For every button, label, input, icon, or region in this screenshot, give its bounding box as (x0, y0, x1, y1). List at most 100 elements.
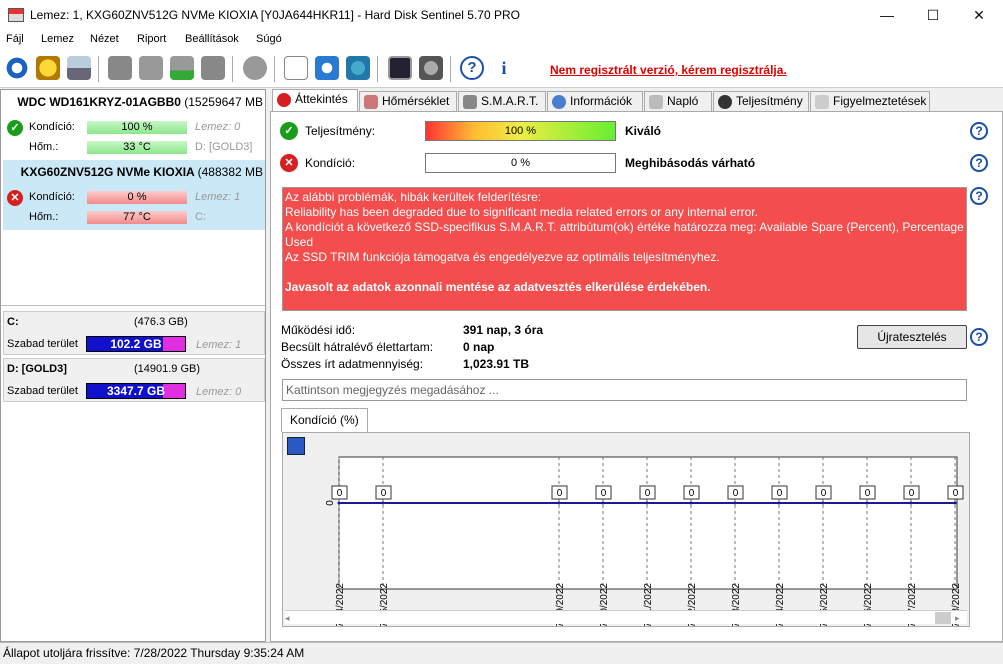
menu-file[interactable]: Fájl (6, 33, 24, 45)
data-label: 0 (865, 488, 871, 499)
info-icon (552, 95, 566, 109)
data-point (865, 501, 869, 505)
gray-disk-icon[interactable] (108, 56, 132, 80)
condition-bar: 0 % (425, 153, 616, 173)
data-point (733, 501, 737, 505)
volume-size: (476.3 GB) (134, 316, 188, 328)
performance-rating: Kiváló (625, 124, 662, 138)
info-icon[interactable]: i (492, 56, 516, 80)
condition-chart: 007/14/202207/15/202207/19/202207/20/202… (325, 456, 964, 626)
alerts-icon (815, 95, 829, 109)
volume-disk: Lemez: 0 (196, 386, 242, 398)
tab-performance[interactable]: Teljesítmény (713, 91, 809, 111)
tab-overview[interactable]: Áttekintés (272, 89, 358, 112)
data-point (777, 501, 781, 505)
help-icon[interactable]: ? (460, 56, 484, 80)
data-label: 0 (733, 488, 739, 499)
close-button[interactable]: ✕ (956, 0, 1002, 30)
data-label: 0 (645, 488, 651, 499)
data-point (601, 501, 605, 505)
disk-options-icon[interactable] (139, 56, 163, 80)
minimize-button[interactable]: — (864, 0, 910, 30)
gauge-icon (718, 95, 732, 109)
disk-check-icon[interactable] (170, 56, 194, 80)
horizontal-scrollbar[interactable]: ◂ ▸ (285, 610, 967, 624)
error-icon (277, 93, 291, 107)
health-label: Kondíció: (29, 191, 75, 203)
recommendation-text: Javasolt az adatok azonnali mentése az a… (285, 280, 711, 294)
problems-help-icon[interactable]: ? (970, 187, 988, 205)
thermometer-icon (364, 95, 378, 109)
status-bar: Állapot utoljára frissítve: 7/28/2022 Th… (0, 642, 1003, 664)
data-label: 0 (777, 488, 783, 499)
tab-information[interactable]: Információk (547, 91, 643, 111)
disk-item-1[interactable]: KXG60ZNV512G NVMe KIOXIA (488382 MB ✕ Ko… (3, 160, 265, 230)
data-label: 0 (601, 488, 607, 499)
data-label: 0 (689, 488, 695, 499)
performance-help-icon[interactable]: ? (970, 122, 988, 140)
disk-name: KXG60ZNV512G NVMe KIOXIA (20, 165, 195, 179)
terminal-icon[interactable] (388, 56, 412, 80)
tab-smart[interactable]: S.M.A.R.T. (458, 91, 546, 111)
menu-report[interactable]: Riport (137, 33, 166, 45)
problem-line: A kondíciót a következő SSD-specifikus S… (285, 220, 964, 249)
app-icon[interactable] (8, 8, 24, 22)
volume-name: C: (7, 316, 19, 328)
disk-number: Lemez: 1 (195, 191, 241, 203)
y-tick-label: 0 (325, 500, 336, 506)
main-tabs: Áttekintés Hőmérséklet S.M.A.R.T. Inform… (270, 89, 1003, 112)
condition-chart-panel: 0 0 7/14/2022 0 7/15/2022 0 7/19/2022 0 7/20/202… (282, 432, 970, 627)
disk-icon[interactable] (67, 56, 91, 80)
sync-icon[interactable] (315, 56, 339, 80)
volume-name: D: [GOLD3] (7, 363, 67, 375)
condition-error-icon: ✕ (280, 154, 298, 172)
menu-settings[interactable]: Beállítások (185, 33, 239, 45)
cloud-icon[interactable] (243, 56, 267, 80)
tab-condition-chart[interactable]: Kondíció (%) (281, 408, 368, 432)
uptime-label: Működési idő: (281, 323, 356, 337)
network-icon[interactable] (346, 56, 370, 80)
remaining-life-label: Becsült hátralévő élettartam: (281, 340, 434, 354)
retest-help-icon[interactable]: ? (970, 328, 988, 346)
disk-volume: C: (195, 211, 206, 223)
disk-number: Lemez: 0 (195, 121, 241, 133)
alert-icon[interactable] (36, 56, 60, 80)
disk-size: (488382 MB (197, 165, 263, 179)
refresh-icon[interactable] (5, 56, 29, 80)
health-bar: 0 % (87, 191, 187, 204)
register-link[interactable]: Nem regisztrált verzió, kérem regisztrál… (550, 63, 787, 77)
menu-disk[interactable]: Lemez (41, 33, 74, 45)
retest-button[interactable]: Újratesztelés (857, 325, 967, 349)
speaker-icon[interactable] (419, 56, 443, 80)
error-status-icon: ✕ (7, 190, 23, 206)
maximize-button[interactable]: ☐ (910, 0, 956, 30)
condition-help-icon[interactable]: ? (970, 154, 988, 172)
condition-rating: Meghibásodás várható (625, 156, 756, 170)
problem-line: Az SSD TRIM funkciója támogatva és enged… (285, 250, 720, 264)
title-bar: Lemez: 1, KXG60ZNV512G NVMe KIOXIA [Y0JA… (0, 0, 1003, 30)
volume-disk: Lemez: 1 (196, 339, 242, 351)
volume-item-c[interactable]: C: (476.3 GB) Szabad terület 102.2 GB Le… (3, 311, 265, 355)
disk-item-0[interactable]: WDC WD161KRYZ-01AGBB0 (15259647 MB ✓ Kon… (3, 90, 265, 160)
note-input[interactable]: Kattintson megjegyzés megadásához ... (282, 379, 967, 401)
menu-bar: Fájl Lemez Nézet Riport Beállítások Súgó (0, 30, 1003, 50)
menu-view[interactable]: Nézet (90, 33, 119, 45)
window-title: Lemez: 1, KXG60ZNV512G NVMe KIOXIA [Y0JA… (30, 8, 520, 22)
scroll-thumb[interactable] (935, 612, 951, 624)
free-space-bar: 3347.7 GB (86, 383, 186, 399)
disk-volume: D: [GOLD3] (195, 141, 253, 153)
data-point (909, 501, 913, 505)
tab-log[interactable]: Napló (644, 91, 712, 111)
tab-temperature[interactable]: Hőmérséklet (359, 91, 457, 111)
data-label: 0 (381, 488, 387, 499)
report-icon[interactable] (284, 56, 308, 80)
menu-help[interactable]: Súgó (256, 33, 282, 45)
problem-line: Az alábbi problémák, hibák kerültek feld… (285, 190, 542, 204)
tab-alerts[interactable]: Figyelmeztetések (810, 91, 930, 111)
volume-item-d[interactable]: D: [GOLD3] (14901.9 GB) Szabad terület 3… (3, 358, 265, 402)
condition-label: Kondíció: (305, 156, 356, 170)
data-point (689, 501, 693, 505)
disk-tools-icon[interactable] (201, 56, 225, 80)
ok-status-icon: ✓ (7, 120, 23, 136)
data-label: 0 (557, 488, 563, 499)
